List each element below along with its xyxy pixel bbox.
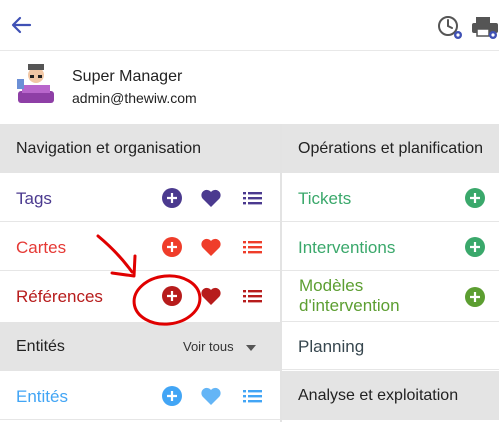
heart-icon[interactable]	[200, 285, 222, 307]
heart-icon[interactable]	[200, 187, 222, 209]
add-entite-icon[interactable]	[161, 385, 183, 407]
avatar	[17, 64, 54, 103]
section-title: Opérations et planification	[298, 140, 483, 157]
row-label: Références	[16, 287, 103, 306]
row-label-line2: d'intervention	[299, 296, 400, 315]
add-tag-icon[interactable]	[161, 187, 183, 209]
chevron-down-icon[interactable]	[246, 345, 256, 351]
section-header-entites: Entités Voir tous	[0, 322, 280, 371]
row-entites[interactable]: Entités	[0, 372, 280, 420]
row-label: Interventions	[298, 238, 396, 257]
add-modele-icon[interactable]	[464, 286, 486, 308]
row-cartes[interactable]: Cartes	[0, 223, 280, 271]
row-tags[interactable]: Tags	[0, 174, 280, 222]
section-header-analyse: Analyse et exploitation	[282, 371, 499, 420]
voir-tous-dropdown[interactable]: Voir tous	[183, 339, 234, 354]
row-label: Planning	[298, 337, 365, 356]
printer-gear-icon[interactable]	[470, 13, 499, 41]
heart-icon[interactable]	[200, 236, 222, 258]
row-label: Cartes	[16, 238, 67, 257]
section-title: Navigation et organisation	[16, 140, 202, 157]
arrow-left-icon[interactable]	[10, 14, 32, 36]
top-bar	[0, 0, 499, 51]
row-label: Entités	[16, 387, 68, 406]
section-header-operations: Opérations et planification	[282, 124, 499, 173]
list-icon[interactable]	[242, 385, 264, 407]
row-planning[interactable]: Planning	[282, 322, 499, 370]
row-interventions[interactable]: Interventions	[282, 223, 499, 271]
user-name: Super Manager	[72, 68, 183, 85]
list-icon[interactable]	[242, 187, 264, 209]
section-title: Analyse et exploitation	[298, 387, 459, 404]
section-header-navigation: Navigation et organisation	[0, 124, 280, 173]
list-icon[interactable]	[242, 236, 264, 258]
user-profile: Super Manager admin@thewiw.com	[0, 51, 499, 122]
add-reference-icon[interactable]	[161, 285, 183, 307]
row-label: Tickets	[298, 189, 352, 208]
row-modeles-intervention[interactable]: Modèles d'intervention	[282, 272, 499, 322]
add-ticket-icon[interactable]	[464, 187, 486, 209]
add-intervention-icon[interactable]	[464, 236, 486, 258]
row-tickets[interactable]: Tickets	[282, 174, 499, 222]
heart-icon[interactable]	[200, 385, 222, 407]
row-label: Modèles d'intervention	[299, 276, 400, 316]
list-icon[interactable]	[242, 285, 264, 307]
clock-gear-icon[interactable]	[436, 13, 464, 41]
user-email: admin@thewiw.com	[72, 90, 197, 106]
row-label-line1: Modèles	[299, 276, 364, 295]
add-carte-icon[interactable]	[161, 236, 183, 258]
section-title: Entités	[16, 338, 65, 355]
row-label: Tags	[16, 189, 52, 208]
row-references[interactable]: Références	[0, 272, 280, 320]
